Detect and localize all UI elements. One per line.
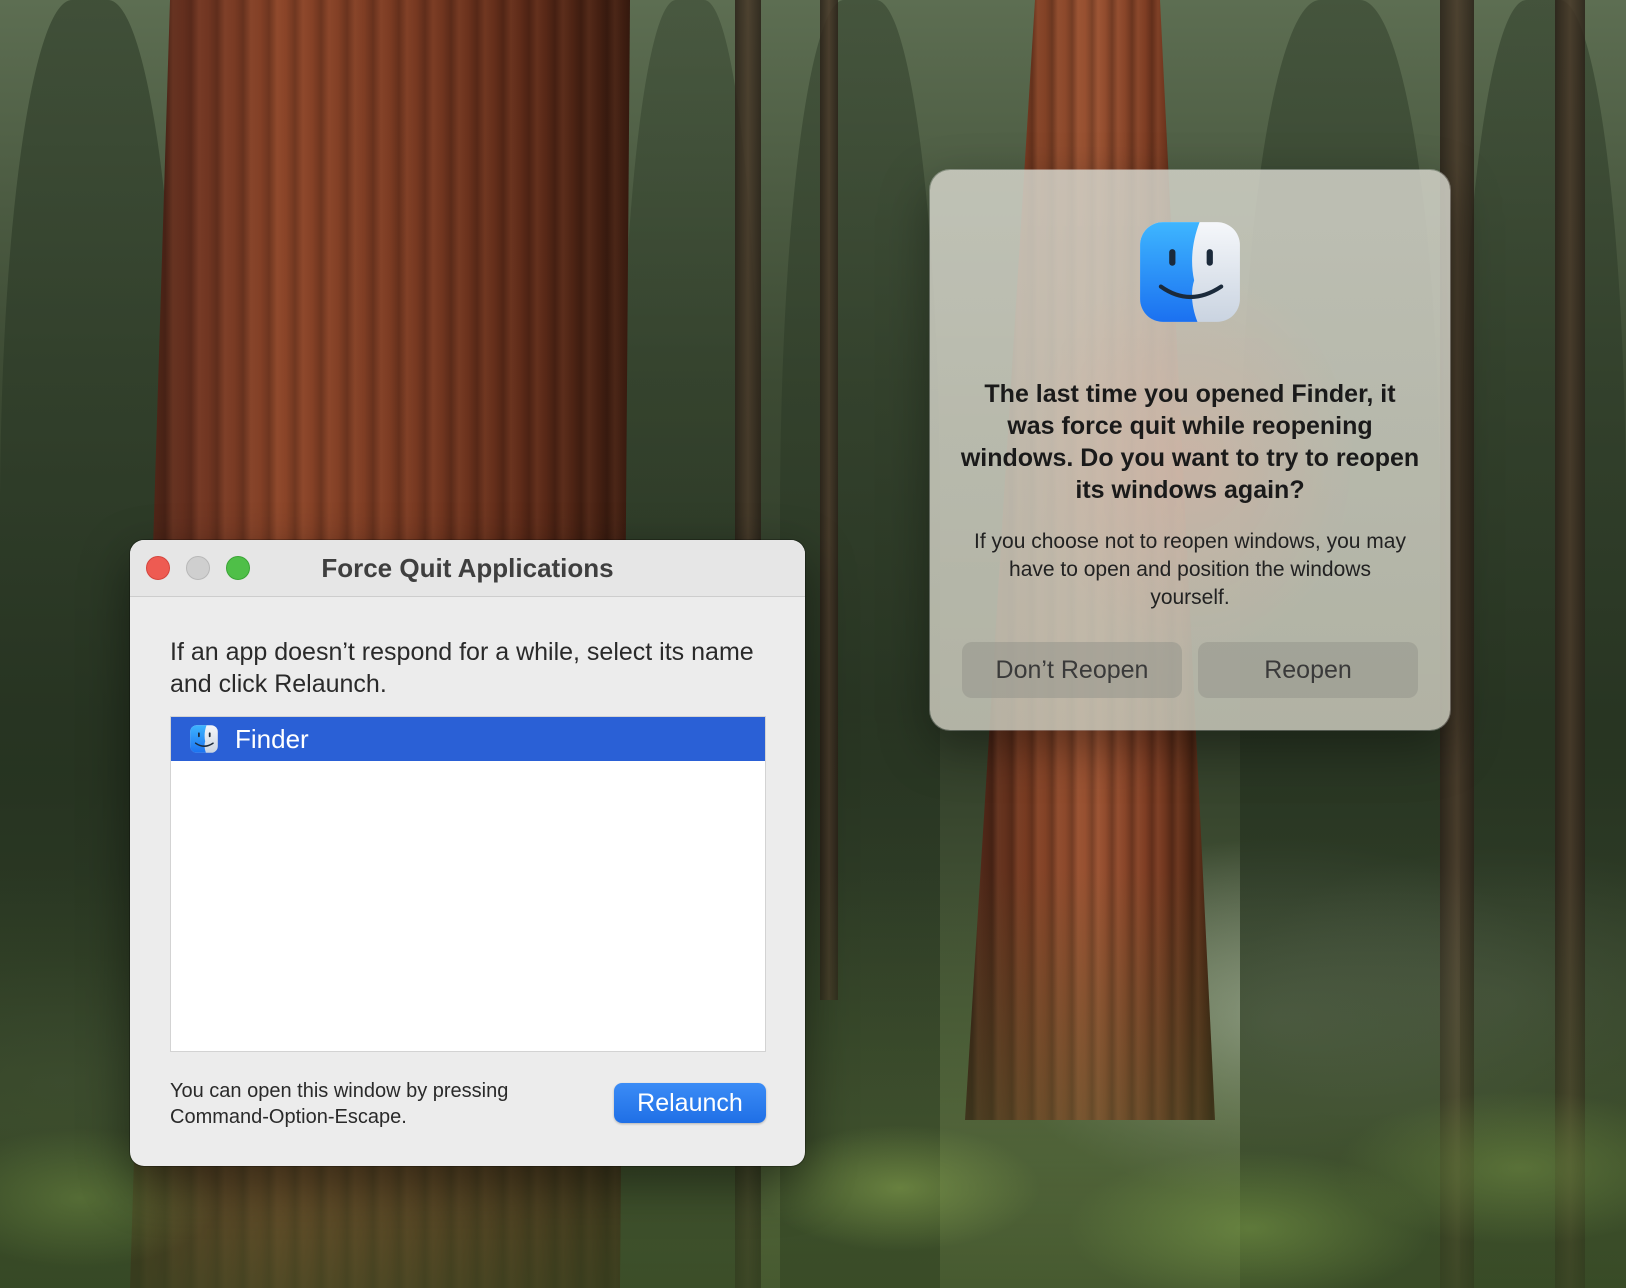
list-item-finder[interactable]: Finder xyxy=(171,717,765,761)
background-trunk xyxy=(820,0,838,1000)
shortcut-hint: You can open this window by pressing Com… xyxy=(170,1080,509,1128)
finder-icon xyxy=(190,725,218,753)
window-titlebar[interactable]: Force Quit Applications xyxy=(130,540,805,597)
relaunch-button[interactable]: Relaunch xyxy=(614,1083,766,1123)
dont-reopen-button[interactable]: Don’t Reopen xyxy=(962,642,1182,698)
reopen-alert-dialog: The last time you opened Finder, it was … xyxy=(930,170,1450,730)
reopen-button[interactable]: Reopen xyxy=(1198,642,1418,698)
force-quit-window: Force Quit Applications If an app doesn’… xyxy=(130,540,805,1166)
alert-title: The last time you opened Finder, it was … xyxy=(960,380,1420,504)
alert-message: If you choose not to reopen windows, you… xyxy=(974,530,1406,609)
instructions-text: If an app doesn’t respond for a while, s… xyxy=(170,638,754,698)
window-title: Force Quit Applications xyxy=(321,553,614,583)
finder-icon xyxy=(1140,222,1240,322)
app-list[interactable]: Finder xyxy=(170,716,766,1052)
app-name: Finder xyxy=(235,723,309,754)
